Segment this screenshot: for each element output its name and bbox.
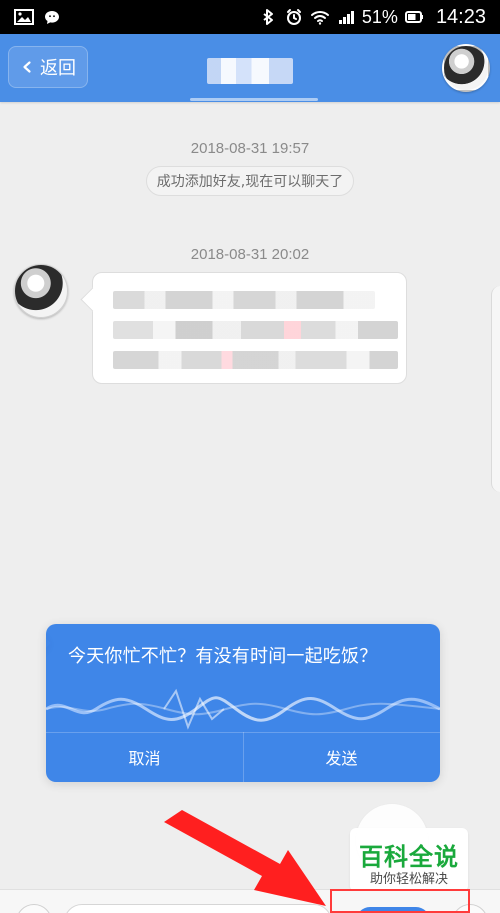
wifi-icon xyxy=(310,11,329,25)
status-right: 51% 14:23 xyxy=(258,6,486,29)
wechat-icon xyxy=(45,11,59,24)
blurred-text xyxy=(113,321,398,339)
chevron-left-icon xyxy=(23,61,31,73)
back-button[interactable]: 返回 xyxy=(8,46,88,88)
gallery-icon xyxy=(14,9,34,25)
contact-avatar[interactable] xyxy=(14,264,68,318)
cancel-button[interactable]: 取消 xyxy=(46,732,243,782)
title-underline xyxy=(190,98,318,101)
battery-percent: 51% xyxy=(361,6,398,27)
timestamp: 2018-08-31 19:57 xyxy=(190,140,310,157)
battery-icon xyxy=(404,11,423,23)
incoming-message-bubble[interactable] xyxy=(92,272,407,384)
status-bar: 51% 14:23 xyxy=(0,0,500,34)
signal-icon xyxy=(338,11,354,24)
voice-waveform xyxy=(46,688,440,730)
side-panel-edge xyxy=(491,286,500,492)
system-message: 成功添加好友,现在可以聊天了 xyxy=(146,166,354,196)
voice-to-text-panel: 今天你忙不忙？有没有时间一起吃饭？ 取消 发送 xyxy=(46,624,440,782)
top-bar: 返回 xyxy=(0,34,500,102)
chat-screen: 51% 14:23 返回 2018-08-31 19:57 成功添加好友,现在可… xyxy=(0,0,500,913)
status-left xyxy=(14,8,64,26)
alarm-icon xyxy=(286,9,301,25)
annotation-highlight xyxy=(330,889,470,913)
blurred-text xyxy=(113,291,375,309)
chat-title xyxy=(207,58,293,84)
timestamp: 2018-08-31 20:02 xyxy=(190,246,310,263)
blurred-text xyxy=(113,351,398,369)
status-time: 14:23 xyxy=(435,5,486,28)
profile-avatar[interactable] xyxy=(442,44,490,92)
recognized-text: 今天你忙不忙？有没有时间一起吃饭？ xyxy=(68,646,378,667)
bluetooth-icon xyxy=(263,9,273,25)
back-label: 返回 xyxy=(40,58,76,78)
send-button[interactable]: 发送 xyxy=(243,732,440,782)
